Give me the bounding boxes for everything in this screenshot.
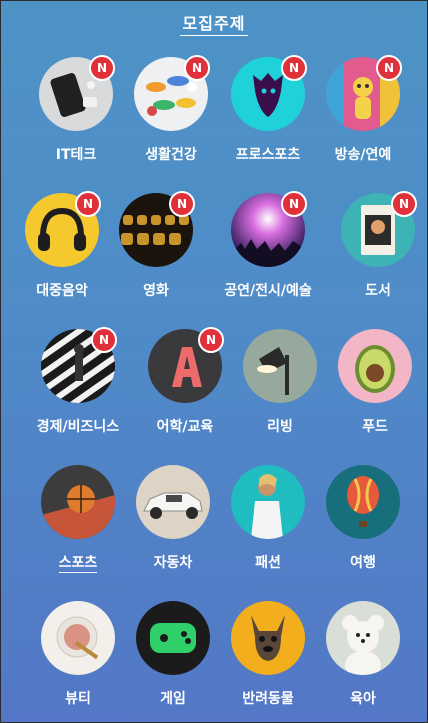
topic-label: 프로스포츠 (235, 147, 301, 163)
topic-books[interactable]: N 도서 (323, 191, 428, 300)
topic-it-tech[interactable]: N IT테크 (21, 55, 131, 164)
new-badge: N (281, 191, 307, 217)
hot-air-balloon-icon (326, 465, 400, 539)
topic-label: 경제/비즈니스 (36, 419, 120, 435)
topic-label: 게임 (160, 691, 186, 707)
new-badge: N (391, 191, 417, 217)
dog-icon (231, 601, 305, 675)
topic-label: 육아 (350, 691, 376, 707)
topic-food[interactable]: 푸드 (320, 329, 428, 436)
topic-health[interactable]: N 생활건강 (116, 55, 226, 164)
topic-business[interactable]: N 경제/비즈니스 (23, 327, 133, 436)
topic-label: 푸드 (362, 419, 388, 435)
new-badge: N (281, 55, 307, 81)
new-badge: N (75, 191, 101, 217)
new-badge: N (89, 55, 115, 81)
topic-label: 공연/전시/예술 (224, 283, 312, 299)
topic-label: 어학/교육 (156, 419, 214, 435)
topic-performance[interactable]: N 공연/전시/예술 (213, 191, 323, 300)
topic-movie[interactable]: N 영화 (101, 191, 211, 300)
topic-game[interactable]: 게임 (118, 601, 228, 708)
topic-education[interactable]: N 어학/교육 (130, 327, 240, 436)
new-badge: N (169, 191, 195, 217)
topic-label: 반려동물 (242, 691, 294, 707)
fashion-model-icon (231, 465, 305, 539)
page-title: 모집주제 (1, 10, 427, 36)
new-badge: N (184, 55, 210, 81)
topic-label: 여행 (350, 555, 376, 571)
topic-parenting[interactable]: 육아 (308, 601, 418, 708)
topic-label: 영화 (143, 283, 169, 299)
topic-label: 도서 (365, 283, 391, 299)
topic-beauty[interactable]: 뷰티 (23, 601, 133, 708)
topic-label: 스포츠 (58, 555, 98, 573)
topic-sports[interactable]: 스포츠 (23, 465, 133, 573)
topic-panel: 모집주제 N IT테크 N 생활건강 N 프로스포츠 N 방송/연예 N 대중음… (0, 0, 428, 723)
teddy-bear-icon (326, 601, 400, 675)
topic-label: 방송/연예 (334, 147, 392, 163)
topic-label: 생활건강 (145, 147, 197, 163)
topic-living[interactable]: 리빙 (225, 329, 335, 436)
avocado-icon (338, 329, 412, 403)
topic-pets[interactable]: 반려동물 (213, 601, 323, 708)
topic-cars[interactable]: 자동차 (118, 465, 228, 572)
topic-label: 뷰티 (65, 691, 91, 707)
new-badge: N (376, 55, 402, 81)
topic-label: 자동차 (153, 555, 193, 571)
topic-label: IT테크 (55, 147, 97, 163)
topic-fashion[interactable]: 패션 (213, 465, 323, 572)
topic-broadcast[interactable]: N 방송/연예 (308, 55, 418, 164)
basketball-icon (41, 465, 115, 539)
topic-pro-sports[interactable]: N 프로스포츠 (213, 55, 323, 164)
topic-travel[interactable]: 여행 (308, 465, 418, 572)
game-controller-icon (136, 601, 210, 675)
cosmetics-icon (41, 601, 115, 675)
lamp-icon (243, 329, 317, 403)
car-icon (136, 465, 210, 539)
new-badge: N (91, 327, 117, 353)
topic-label: 패션 (255, 555, 281, 571)
topic-label: 리빙 (267, 419, 293, 435)
new-badge: N (198, 327, 224, 353)
